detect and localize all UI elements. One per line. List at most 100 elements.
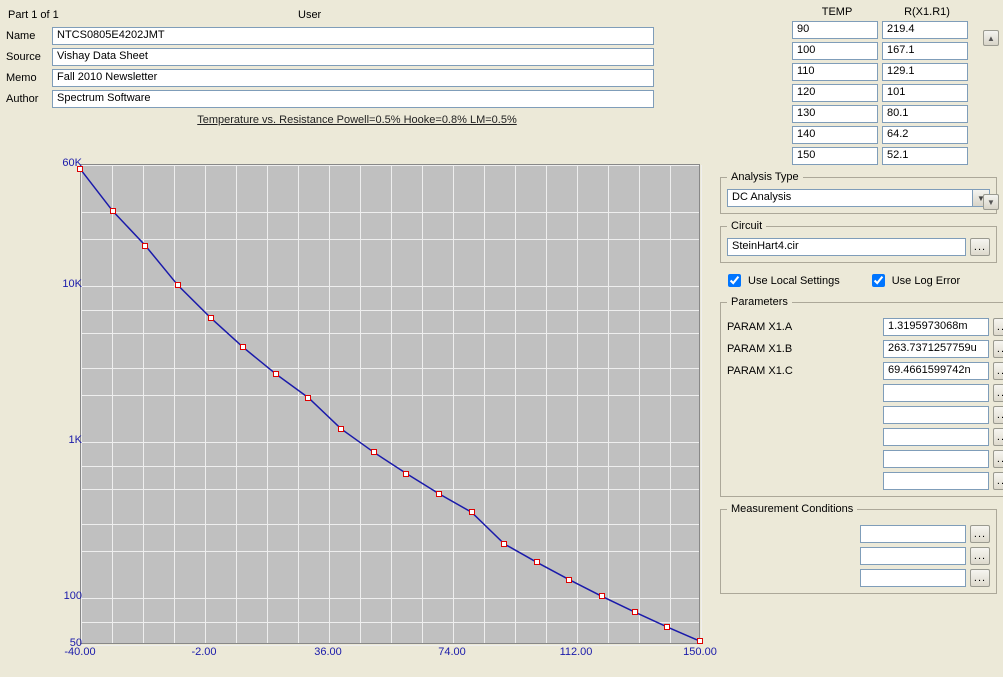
use-local-settings-check[interactable]: Use Local Settings [724,271,840,290]
name-field[interactable]: NTCS0805E4202JMT [52,27,654,45]
use-log-error-check[interactable]: Use Log Error [868,271,960,290]
param-browse-button[interactable]: ... [993,450,1003,468]
param-browse-button[interactable]: ... [993,318,1003,336]
measurement-row: ... [727,547,990,565]
memo-label: Memo [6,72,52,84]
scroll-down-icon[interactable]: ▼ [983,194,999,210]
data-point [534,559,540,565]
analysis-type-group: Analysis Type DC Analysis ▼ [720,171,997,214]
param-value[interactable] [883,472,989,490]
temp-cell[interactable]: 110 [792,63,878,81]
chart-holder: 501001K10K60K-40.00-2.0036.0074.00112.00… [40,158,710,664]
param-label: PARAM X1.B [727,343,883,355]
measurement-value[interactable] [860,547,966,565]
param-browse-button[interactable]: ... [993,472,1003,490]
analysis-type-value[interactable]: DC Analysis [727,189,973,207]
temp-cell[interactable]: 140 [792,126,878,144]
grid-col2-head: R(X1.R1) [882,6,972,18]
temp-cell[interactable]: 130 [792,105,878,123]
author-field[interactable]: Spectrum Software [52,90,654,108]
param-row: ... [727,406,1003,424]
use-local-settings-box[interactable] [728,274,741,287]
param-browse-button[interactable]: ... [993,362,1003,380]
right-pane: TEMP R(X1.R1) 90219.4100167.1110129.1120… [714,0,1003,677]
table-row: 90219.4 [792,21,1003,39]
data-point [273,371,279,377]
param-row: PARAM X1.C69.4661599742n... [727,362,1003,380]
param-value[interactable] [883,450,989,468]
source-field[interactable]: Vishay Data Sheet [52,48,654,66]
resistance-cell[interactable]: 129.1 [882,63,968,81]
table-row: 100167.1 [792,42,1003,60]
parameters-legend: Parameters [727,296,792,308]
header-row: Part 1 of 1 User [0,6,714,24]
measurement-browse-button[interactable]: ... [970,547,990,565]
analysis-type-combo[interactable]: DC Analysis ▼ [727,189,990,207]
resistance-cell[interactable]: 52.1 [882,147,968,165]
measurement-value[interactable] [860,569,966,587]
measurement-row: ... [727,569,990,587]
data-point [305,395,311,401]
user-label: User [298,9,321,21]
table-row: 120101 [792,84,1003,102]
measurement-value[interactable] [860,525,966,543]
data-point [566,577,572,583]
temp-cell[interactable]: 120 [792,84,878,102]
data-point [599,593,605,599]
measurement-row: ... [727,525,990,543]
resistance-cell[interactable]: 167.1 [882,42,968,60]
param-row: ... [727,428,1003,446]
y-tick-label: 100 [46,590,82,602]
use-local-settings-label: Use Local Settings [748,275,840,287]
param-browse-button[interactable]: ... [993,384,1003,402]
table-row: 15052.1 [792,147,1003,165]
temp-cell[interactable]: 150 [792,147,878,165]
parameters-group: Parameters PARAM X1.A1.3195973068m...PAR… [720,296,1003,497]
grid-scrollbar[interactable]: ▲ ▼ [983,30,999,210]
x-tick-label: 150.00 [683,646,717,658]
data-point [469,509,475,515]
param-row: PARAM X1.B263.7371257759u... [727,340,1003,358]
memo-field[interactable]: Fall 2010 Newsletter [52,69,654,87]
table-row: 14064.2 [792,126,1003,144]
x-tick-label: -40.00 [64,646,95,658]
circuit-group: Circuit SteinHart4.cir ... [720,220,997,263]
param-browse-button[interactable]: ... [993,428,1003,446]
author-label: Author [6,93,52,105]
x-tick-label: 74.00 [438,646,466,658]
temp-cell[interactable]: 90 [792,21,878,39]
data-point [664,624,670,630]
circuit-legend: Circuit [727,220,766,232]
temp-cell[interactable]: 100 [792,42,878,60]
data-point [501,541,507,547]
source-label: Source [6,51,52,63]
param-value[interactable]: 69.4661599742n [883,362,989,380]
x-tick-label: -2.00 [191,646,216,658]
param-value[interactable]: 1.3195973068m [883,318,989,336]
data-point [338,426,344,432]
param-browse-button[interactable]: ... [993,340,1003,358]
param-label: PARAM X1.C [727,365,883,377]
param-value[interactable]: 263.7371257759u [883,340,989,358]
data-point [110,208,116,214]
resistance-cell[interactable]: 64.2 [882,126,968,144]
param-value[interactable] [883,428,989,446]
circuit-field[interactable]: SteinHart4.cir [727,238,966,256]
y-tick-label: 1K [46,434,82,446]
circuit-browse-button[interactable]: ... [970,238,990,256]
measurement-browse-button[interactable]: ... [970,525,990,543]
data-point [403,471,409,477]
measurement-browse-button[interactable]: ... [970,569,990,587]
resistance-cell[interactable]: 219.4 [882,21,968,39]
resistance-cell[interactable]: 101 [882,84,968,102]
use-log-error-box[interactable] [872,274,885,287]
y-tick-label: 10K [46,278,82,290]
param-value[interactable] [883,406,989,424]
chart-curve [80,164,700,644]
left-pane: Part 1 of 1 User Name NTCS0805E4202JMT S… [0,0,714,677]
data-point [240,344,246,350]
param-value[interactable] [883,384,989,402]
resistance-cell[interactable]: 80.1 [882,105,968,123]
scroll-up-icon[interactable]: ▲ [983,30,999,46]
param-browse-button[interactable]: ... [993,406,1003,424]
